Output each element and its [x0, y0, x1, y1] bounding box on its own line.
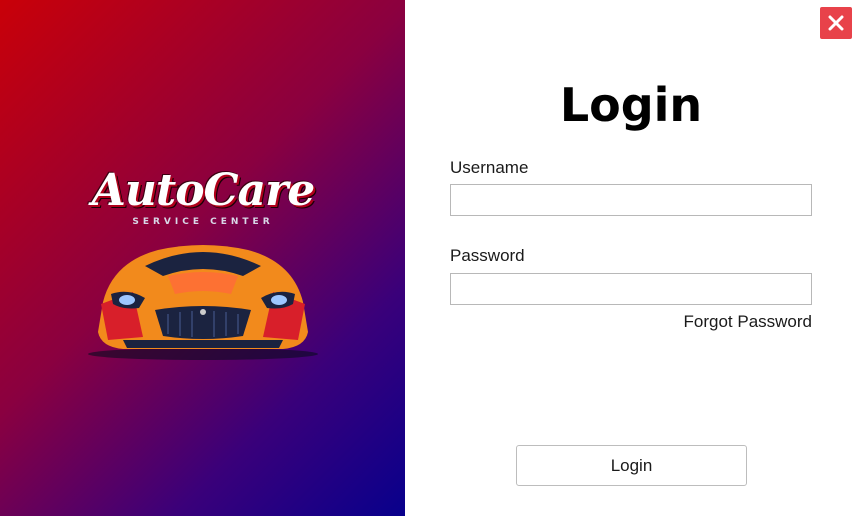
password-label: Password [450, 246, 525, 265]
close-icon [828, 15, 844, 31]
password-input[interactable] [450, 273, 812, 305]
login-button[interactable]: Login [516, 445, 747, 486]
logo-subtitle: SERVICE CENTER [132, 217, 274, 227]
autocare-logo: AutoCare SERVICE CENTER [78, 162, 328, 367]
logo-text: AutoCare [91, 165, 316, 216]
page-title: Login [559, 78, 703, 132]
username-input[interactable] [450, 184, 812, 216]
forgot-password-link[interactable]: Forgot Password [600, 312, 813, 332]
close-button[interactable] [820, 7, 852, 39]
brand-panel: AutoCare SERVICE CENTER [0, 0, 405, 516]
username-label: Username [450, 158, 529, 177]
sports-car-icon [88, 245, 318, 360]
